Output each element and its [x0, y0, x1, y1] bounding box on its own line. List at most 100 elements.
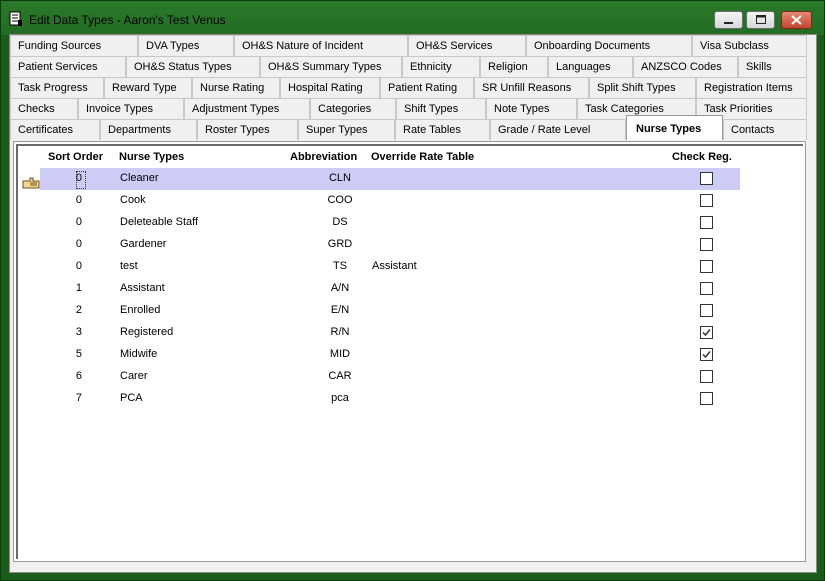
tab-task-progress[interactable]: Task Progress — [10, 77, 104, 98]
tab-departments[interactable]: Departments — [100, 119, 197, 140]
abbreviation-cell[interactable]: pca — [300, 392, 380, 404]
tab-visa-subclass[interactable]: Visa Subclass — [692, 35, 807, 56]
nurse-type-cell[interactable]: Deleteable Staff — [120, 216, 198, 228]
tab-dva-types[interactable]: DVA Types — [138, 35, 234, 56]
tab-patient-rating[interactable]: Patient Rating — [380, 77, 474, 98]
abbreviation-cell[interactable]: DS — [300, 216, 380, 228]
table-row[interactable]: 3 Registered R/N — [40, 322, 740, 344]
nurse-types-grid[interactable]: Sort Order Nurse Types Abbreviation Over… — [16, 144, 803, 559]
table-row[interactable]: 0 Deleteable Staff DS — [40, 212, 740, 234]
tab-sr-unfill-reasons[interactable]: SR Unfill Reasons — [474, 77, 589, 98]
table-row[interactable]: 1 Assistant A/N — [40, 278, 740, 300]
title-bar[interactable]: Edit Data Types - Aaron's Test Venus — [1, 1, 824, 35]
nurse-type-cell[interactable]: test — [120, 260, 138, 272]
tab-certificates[interactable]: Certificates — [10, 119, 100, 140]
minimize-button[interactable] — [714, 11, 743, 29]
override-rate-table-cell[interactable]: Assistant — [372, 260, 417, 272]
tab-contacts[interactable]: Contacts — [723, 119, 807, 140]
sort-order-cell[interactable]: 3 — [40, 326, 82, 338]
tab-adjustment-types[interactable]: Adjustment Types — [184, 98, 310, 119]
table-row[interactable]: 5 Midwife MID — [40, 344, 740, 366]
tab-reward-type[interactable]: Reward Type — [104, 77, 192, 98]
sort-order-cell[interactable]: 7 — [40, 392, 82, 404]
sort-order-cell[interactable]: 0 — [40, 194, 82, 206]
table-row[interactable]: 0 test TS Assistant — [40, 256, 740, 278]
check-reg-checkbox[interactable] — [700, 194, 713, 207]
close-button[interactable] — [781, 11, 812, 29]
tab-categories[interactable]: Categories — [310, 98, 396, 119]
check-reg-checkbox[interactable] — [700, 304, 713, 317]
nurse-type-cell[interactable]: Cook — [120, 194, 146, 206]
nurse-type-cell[interactable]: Cleaner — [120, 172, 159, 184]
tab-shift-types[interactable]: Shift Types — [396, 98, 486, 119]
nurse-type-cell[interactable]: Registered — [120, 326, 173, 338]
sort-order-cell[interactable]: 2 — [40, 304, 82, 316]
maximize-button[interactable] — [746, 11, 775, 29]
tab-ohands-summary-types[interactable]: OH&S Summary Types — [260, 56, 402, 77]
col-header-nurse-types[interactable]: Nurse Types — [119, 151, 184, 163]
tab-note-types[interactable]: Note Types — [486, 98, 577, 119]
check-reg-checkbox[interactable] — [700, 282, 713, 295]
check-reg-checkbox[interactable] — [700, 172, 713, 185]
abbreviation-cell[interactable]: E/N — [300, 304, 380, 316]
tab-nurse-rating[interactable]: Nurse Rating — [192, 77, 280, 98]
sort-order-cell[interactable]: 0 — [40, 216, 82, 228]
check-reg-checkbox[interactable] — [700, 392, 713, 405]
table-row[interactable]: 0 Cleaner CLN — [40, 168, 740, 190]
sort-order-cell[interactable]: 0 — [40, 260, 82, 272]
tab-anzsco-codes[interactable]: ANZSCO Codes — [633, 56, 738, 77]
tab-patient-services[interactable]: Patient Services — [10, 56, 126, 77]
table-row[interactable]: 2 Enrolled E/N — [40, 300, 740, 322]
tab-hospital-rating[interactable]: Hospital Rating — [280, 77, 380, 98]
check-reg-checkbox[interactable] — [700, 216, 713, 229]
tab-ethnicity[interactable]: Ethnicity — [402, 56, 480, 77]
tab-funding-sources[interactable]: Funding Sources — [10, 35, 138, 56]
nurse-type-cell[interactable]: Midwife — [120, 348, 157, 360]
tab-skills[interactable]: Skills — [738, 56, 807, 77]
abbreviation-cell[interactable]: GRD — [300, 238, 380, 250]
nurse-type-cell[interactable]: Enrolled — [120, 304, 160, 316]
nurse-type-cell[interactable]: PCA — [120, 392, 143, 404]
abbreviation-cell[interactable]: COO — [300, 194, 380, 206]
table-row[interactable]: 6 Carer CAR — [40, 366, 740, 388]
tab-roster-types[interactable]: Roster Types — [197, 119, 298, 140]
sort-order-cell[interactable]: 5 — [40, 348, 82, 360]
tab-nurse-types[interactable]: Nurse Types — [626, 115, 723, 140]
table-row[interactable]: 7 PCA pca — [40, 388, 740, 410]
sort-order-cell[interactable]: 6 — [40, 370, 82, 382]
table-row[interactable]: 0 Cook COO — [40, 190, 740, 212]
tab-ohands-status-types[interactable]: OH&S Status Types — [126, 56, 260, 77]
tab-super-types[interactable]: Super Types — [298, 119, 395, 140]
col-header-check-reg[interactable]: Check Reg. — [672, 151, 732, 163]
check-reg-checkbox[interactable] — [700, 238, 713, 251]
check-reg-checkbox[interactable] — [700, 370, 713, 383]
table-row[interactable]: 0 Gardener GRD — [40, 234, 740, 256]
check-reg-checkbox[interactable] — [700, 326, 713, 339]
abbreviation-cell[interactable]: MID — [300, 348, 380, 360]
abbreviation-cell[interactable]: A/N — [300, 282, 380, 294]
tab-religion[interactable]: Religion — [480, 56, 548, 77]
nurse-type-cell[interactable]: Carer — [120, 370, 148, 382]
abbreviation-cell[interactable]: CLN — [300, 172, 380, 184]
sort-order-cell[interactable]: 0 — [40, 238, 82, 250]
tab-checks[interactable]: Checks — [10, 98, 78, 119]
abbreviation-cell[interactable]: CAR — [300, 370, 380, 382]
nurse-type-cell[interactable]: Assistant — [120, 282, 165, 294]
check-reg-checkbox[interactable] — [700, 348, 713, 361]
abbreviation-cell[interactable]: TS — [300, 260, 380, 272]
tab-ohands-services[interactable]: OH&S Services — [408, 35, 526, 56]
sort-order-cell[interactable]: 1 — [40, 282, 82, 294]
col-header-override-rate-table[interactable]: Override Rate Table — [371, 151, 474, 163]
abbreviation-cell[interactable]: R/N — [300, 326, 380, 338]
tab-onboarding-documents[interactable]: Onboarding Documents — [526, 35, 692, 56]
tab-split-shift-types[interactable]: Split Shift Types — [589, 77, 696, 98]
check-reg-checkbox[interactable] — [700, 260, 713, 273]
nurse-type-cell[interactable]: Gardener — [120, 238, 166, 250]
tab-ohands-nature-of-incident[interactable]: OH&S Nature of Incident — [234, 35, 408, 56]
tab-registration-items[interactable]: Registration Items — [696, 77, 807, 98]
tab-rate-tables[interactable]: Rate Tables — [395, 119, 490, 140]
col-header-sort-order[interactable]: Sort Order — [48, 151, 103, 163]
tab-languages[interactable]: Languages — [548, 56, 633, 77]
tab-invoice-types[interactable]: Invoice Types — [78, 98, 184, 119]
tab-grade-rate-level[interactable]: Grade / Rate Level — [490, 119, 626, 140]
